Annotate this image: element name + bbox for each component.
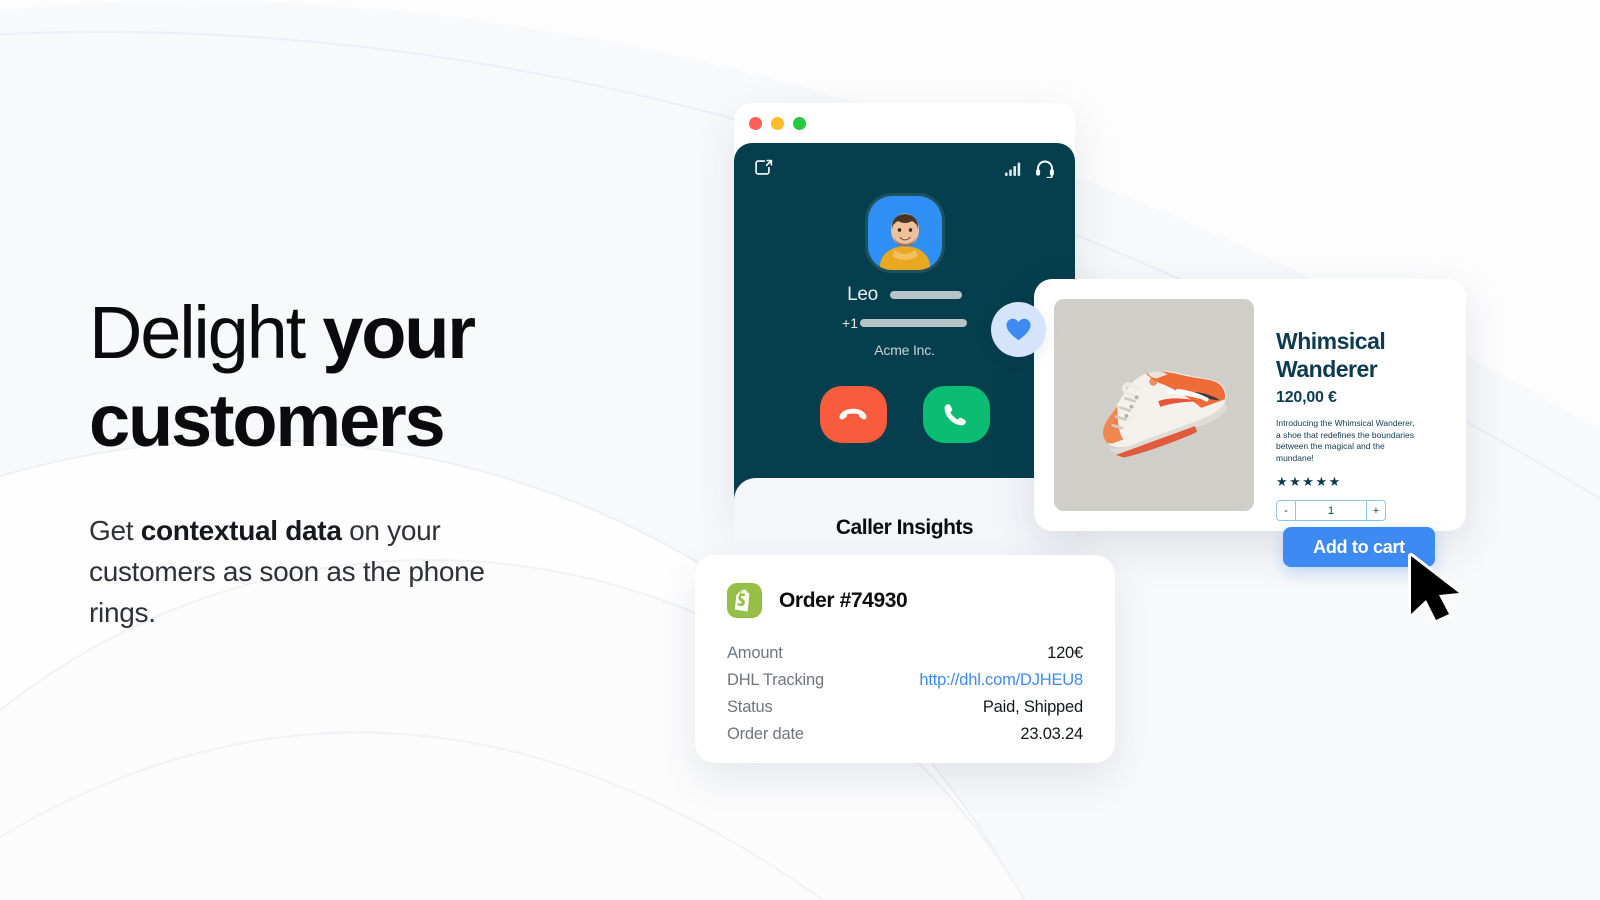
headline-bold-your: your bbox=[322, 291, 476, 374]
status-badge: Paid, Shipped bbox=[982, 698, 1083, 716]
heart-icon bbox=[1006, 318, 1031, 341]
order-title: Order #74930 bbox=[779, 588, 908, 612]
window-titlebar bbox=[734, 103, 1075, 143]
quantity-value[interactable]: 1 bbox=[1296, 501, 1366, 520]
signal-bars-icon bbox=[1005, 162, 1023, 176]
headset-icon[interactable] bbox=[1035, 159, 1055, 178]
table-row: Status Paid, Shipped bbox=[727, 694, 1083, 721]
table-row: Order date 23.03.24 bbox=[727, 721, 1083, 748]
product-description: Introducing the Whimsical Wanderer, a sh… bbox=[1276, 418, 1415, 463]
quantity-increase-button[interactable]: + bbox=[1366, 501, 1385, 520]
headline-bold-customers: customers bbox=[89, 379, 446, 462]
caller-number-row: +1 bbox=[842, 315, 967, 331]
caller-avatar bbox=[867, 196, 942, 270]
order-card-header: Order #74930 bbox=[727, 583, 1083, 618]
quantity-decrease-button[interactable]: - bbox=[1277, 501, 1296, 520]
close-window-button[interactable] bbox=[749, 116, 762, 130]
caller-name-row: Leo bbox=[847, 284, 962, 306]
dhl-tracking-link[interactable]: http://dhl.com/DJHEU8 bbox=[919, 671, 1083, 690]
call-screen-header bbox=[734, 143, 1075, 178]
subtitle-part1: Get bbox=[89, 515, 141, 546]
product-image bbox=[1054, 299, 1254, 511]
caller-number-prefix: +1 bbox=[842, 315, 858, 331]
hero-copy: Delight your customers Get contextual dat… bbox=[89, 289, 649, 633]
minimize-window-button[interactable] bbox=[771, 116, 784, 130]
add-to-cart-button[interactable]: Add to cart bbox=[1283, 527, 1435, 567]
order-row-label: Status bbox=[727, 698, 773, 716]
order-row-label: DHL Tracking bbox=[727, 671, 824, 689]
hero-subtitle: Get contextual data on your customers as… bbox=[89, 510, 509, 633]
caller-number-redaction bbox=[859, 319, 967, 327]
product-info: Whimsical Wanderer 120,00 € Introducing … bbox=[1276, 299, 1441, 521]
headline-plain: Delight bbox=[89, 291, 323, 374]
order-row-value: 120€ bbox=[1047, 644, 1083, 662]
shopify-icon bbox=[727, 583, 762, 618]
page-title: Delight your customers bbox=[89, 289, 649, 465]
maximize-window-button[interactable] bbox=[793, 116, 806, 130]
order-card: Order #74930 Amount 120€ DHL Tracking ht… bbox=[695, 555, 1115, 763]
favorite-badge[interactable] bbox=[991, 302, 1046, 357]
page-root: Delight your customers Get contextual dat… bbox=[0, 0, 1600, 900]
hangup-call-button[interactable] bbox=[819, 386, 887, 443]
order-details-list: Amount 120€ DHL Tracking http://dhl.com/… bbox=[727, 640, 1083, 748]
product-price: 120,00 € bbox=[1276, 389, 1337, 406]
caller-insights-title: Caller Insights bbox=[835, 516, 974, 539]
product-title: Whimsical Wanderer bbox=[1276, 328, 1386, 382]
order-row-label: Order date bbox=[727, 725, 804, 743]
table-row: DHL Tracking http://dhl.com/DJHEU8 bbox=[727, 667, 1083, 694]
order-row-label: Amount bbox=[727, 644, 783, 662]
subtitle-bold: contextual data bbox=[140, 515, 342, 546]
product-card: Whimsical Wanderer 120,00 € Introducing … bbox=[1034, 279, 1466, 531]
answer-call-button[interactable] bbox=[922, 386, 990, 443]
caller-name-redaction bbox=[889, 291, 962, 299]
product-rating-stars: ★★★★★ bbox=[1276, 474, 1342, 489]
collapse-window-icon[interactable] bbox=[754, 159, 773, 178]
quantity-stepper[interactable]: - 1 + bbox=[1276, 500, 1386, 521]
status-icons bbox=[1005, 159, 1055, 178]
call-action-buttons bbox=[734, 386, 1075, 443]
order-row-value: 23.03.24 bbox=[1020, 725, 1083, 743]
caller-company: Acme Inc. bbox=[874, 342, 935, 358]
table-row: Amount 120€ bbox=[727, 640, 1083, 667]
caller-name: Leo bbox=[847, 284, 878, 305]
